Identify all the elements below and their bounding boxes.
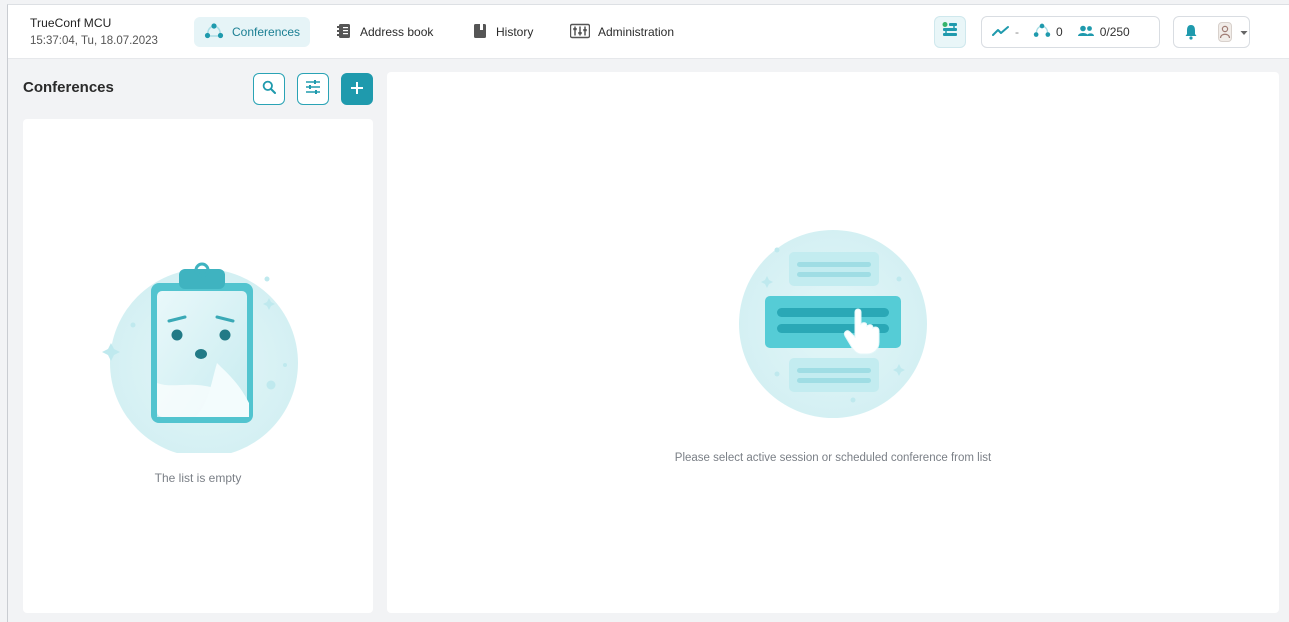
select-conference-hint: Please select active session or schedule… [674, 452, 992, 464]
panel-title: Conferences [23, 79, 114, 96]
trend-value: - [1015, 25, 1019, 39]
chevron-down-icon[interactable] [1240, 23, 1248, 41]
conference-list: The list is empty [23, 119, 373, 613]
top-bar: TrueConf MCU 15:37:04, Tu, 18.07.2023 Co… [8, 5, 1289, 59]
user-menu[interactable] [1173, 16, 1250, 48]
network-route-icon [941, 21, 959, 44]
nav-administration-label: Administration [598, 25, 675, 39]
search-icon [262, 80, 276, 99]
conference-detail-panel: Please select active session or schedule… [387, 72, 1279, 613]
brand: TrueConf MCU 15:37:04, Tu, 18.07.2023 [30, 16, 158, 47]
avatar[interactable] [1218, 22, 1232, 42]
current-datetime: 15:37:04, Tu, 18.07.2023 [30, 35, 158, 47]
participants-count: 0/250 [1077, 25, 1130, 40]
participants-icon [1077, 25, 1095, 40]
administration-icon [569, 23, 591, 42]
nav-administration[interactable]: Administration [560, 17, 684, 47]
conferences-icon [1033, 23, 1051, 41]
conferences-icon [204, 22, 224, 42]
conferences-count: 0 [1056, 25, 1063, 39]
participants-value: 0/250 [1099, 25, 1130, 39]
network-route-button[interactable] [934, 16, 966, 48]
select-conference-illustration [733, 224, 933, 429]
filter-button[interactable] [297, 73, 329, 105]
empty-list-message: The list is empty [154, 471, 242, 485]
nav-history[interactable]: History [462, 17, 543, 47]
history-icon [472, 23, 488, 42]
filter-sliders-icon [305, 79, 321, 99]
app-name: TrueConf MCU [30, 16, 112, 30]
empty-clipboard-illustration [99, 253, 299, 458]
plus-icon [350, 78, 364, 101]
add-conference-button[interactable] [341, 73, 373, 105]
nav-conferences[interactable]: Conferences [194, 17, 310, 47]
address-book-icon [336, 23, 352, 42]
nav-address-book-label: Address book [360, 25, 434, 39]
bell-icon[interactable] [1180, 24, 1202, 40]
nav-address-book[interactable]: Address book [326, 17, 443, 47]
status-summary[interactable]: - 0 0/250 [981, 16, 1160, 48]
load-trend: - [992, 25, 1019, 40]
trend-icon [992, 25, 1010, 40]
nav-history-label: History [496, 25, 534, 39]
active-conferences-count: 0 [1033, 23, 1063, 41]
app-frame: TrueConf MCU 15:37:04, Tu, 18.07.2023 Co… [7, 4, 1289, 622]
nav-conferences-label: Conferences [232, 25, 301, 39]
search-button[interactable] [253, 73, 285, 105]
